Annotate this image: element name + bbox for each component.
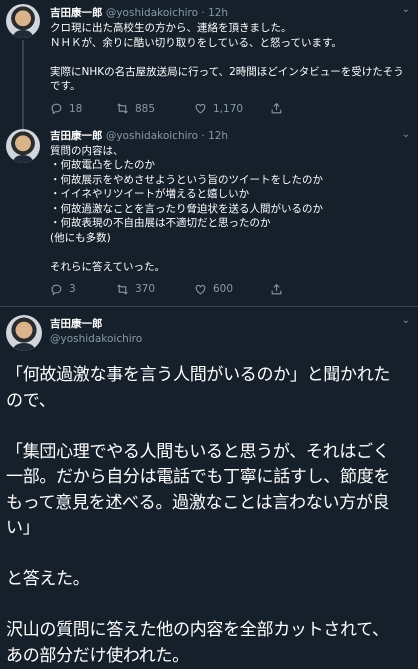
chevron-down-icon[interactable]: ⌄ — [402, 315, 410, 326]
tweet-actions: 18 885 1,170 — [50, 98, 410, 120]
display-name[interactable]: 吉田康一郎 — [50, 317, 410, 332]
tweet-text: 質問の内容は、 ・何故電凸をしたのか ・何故展示をやめさせようという旨のツイート… — [50, 144, 323, 273]
like-icon — [195, 103, 206, 114]
tweet-header: 吉田康一郎 @yoshidakoichiro · 12h — [50, 129, 410, 143]
share-icon — [271, 283, 282, 294]
retweet-count: 885 — [135, 102, 156, 115]
avatar[interactable] — [6, 128, 40, 163]
reply-count: 3 — [69, 283, 76, 295]
tweet-1[interactable]: 吉田康一郎 @yoshidakoichiro · 12h ⌄ クロ現に出た高校生… — [0, 0, 418, 140]
reply-icon — [51, 284, 62, 295]
reply-count: 18 — [69, 102, 83, 115]
separator-dot: · — [201, 129, 205, 142]
retweet-button[interactable]: 885 — [116, 102, 194, 115]
retweet-icon — [117, 283, 128, 295]
chevron-down-icon[interactable]: ⌄ — [402, 129, 410, 140]
tweet-2[interactable]: 吉田康一郎 @yoshidakoichiro · 12h ⌄ 質問の内容は、 ・… — [0, 120, 418, 307]
username[interactable]: @yoshidakoichiro — [106, 7, 198, 19]
retweet-button[interactable]: 370 — [116, 283, 194, 296]
retweet-icon — [117, 103, 128, 114]
tweet-text: クロ現に出た高校生の方から、連絡を頂きました。 ＮＨＫが、余りに酷い切り取りをし… — [50, 22, 404, 92]
author-block: 吉田康一郎 @yoshidakoichiro — [0, 315, 410, 357]
reply-icon — [51, 103, 62, 115]
like-icon — [195, 284, 206, 294]
share-button[interactable] — [270, 283, 336, 296]
tweet-actions: 3 370 600 — [50, 278, 410, 300]
avatar[interactable] — [6, 4, 40, 38]
timestamp[interactable]: 12h — [208, 130, 228, 142]
like-button[interactable]: 600 — [194, 283, 270, 296]
reply-button[interactable]: 3 — [50, 283, 116, 296]
timestamp[interactable]: 12h — [208, 7, 228, 19]
display-name[interactable]: 吉田康一郎 — [50, 130, 103, 142]
chevron-down-icon[interactable]: ⌄ — [402, 4, 410, 15]
share-button[interactable] — [270, 102, 336, 115]
username[interactable]: @yoshidakoichiro — [50, 332, 410, 346]
reply-button[interactable]: 18 — [50, 102, 116, 115]
username[interactable]: @yoshidakoichiro — [106, 130, 198, 142]
tweet-header: 吉田康一郎 @yoshidakoichiro · 12h — [50, 6, 410, 20]
like-button[interactable]: 1,170 — [194, 102, 270, 115]
share-icon — [271, 102, 282, 114]
main-tweet: 吉田康一郎 @yoshidakoichiro ⌄ 「何故過激な事を言う人間がいる… — [0, 307, 418, 669]
main-tweet-text: 「何故過激な事を言う人間がいるのか」と聞かれたので、 「集団心理でやる人間もいる… — [6, 365, 391, 666]
like-count: 1,170 — [213, 102, 244, 115]
separator-dot: · — [201, 7, 205, 19]
retweet-count: 370 — [135, 283, 156, 295]
avatar[interactable] — [6, 315, 42, 351]
like-count: 600 — [213, 283, 234, 295]
display-name[interactable]: 吉田康一郎 — [50, 7, 103, 19]
